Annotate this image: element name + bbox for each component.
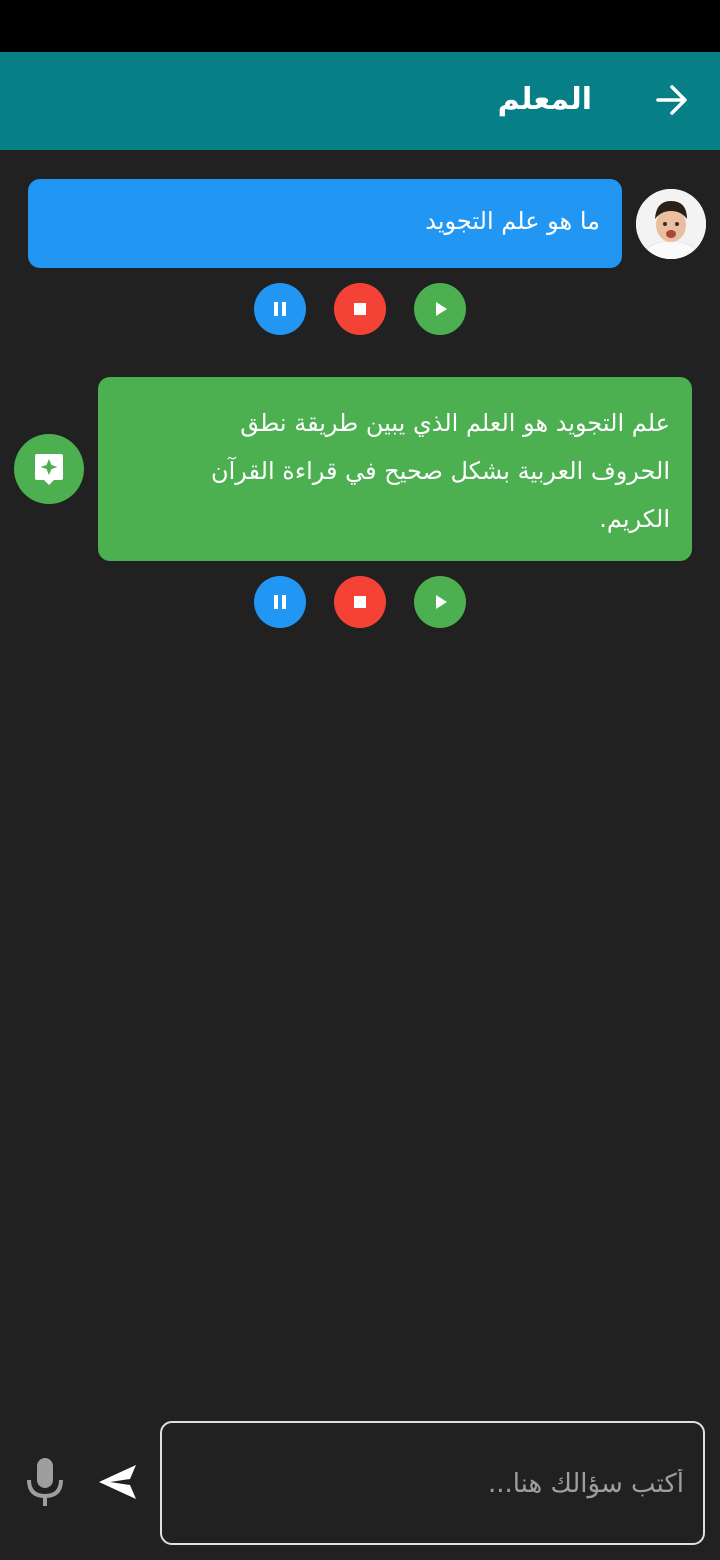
send-icon <box>99 1465 136 1499</box>
message-text: ما هو علم التجويد <box>425 207 600 235</box>
play-icon <box>436 302 447 316</box>
message-bubble-user: ما هو علم التجويد <box>28 179 622 268</box>
app-bar: المعلم <box>0 52 720 150</box>
play-button[interactable] <box>414 576 466 628</box>
stop-icon <box>354 596 366 608</box>
mic-icon <box>27 1458 63 1506</box>
assistant-icon <box>35 454 63 485</box>
pause-button[interactable] <box>254 576 306 628</box>
message-input-box[interactable] <box>160 1421 705 1545</box>
message-line: علم التجويد هو العلم الذي يبين طريقة نطق <box>240 409 670 437</box>
message-bubble-bot: علم التجويد هو العلم الذي يبين طريقة نطق… <box>98 377 692 561</box>
pause-button[interactable] <box>254 283 306 335</box>
avatar <box>636 189 706 259</box>
status-bar <box>0 0 720 52</box>
mic-button[interactable] <box>24 1456 66 1508</box>
page-title: المعلم <box>497 82 592 117</box>
arrow-right-icon[interactable] <box>654 82 690 118</box>
play-button[interactable] <box>414 283 466 335</box>
message-line: الكريم. <box>599 505 670 533</box>
play-icon <box>436 595 447 609</box>
message-input[interactable] <box>182 1423 686 1545</box>
send-button[interactable] <box>96 1460 140 1504</box>
bot-avatar <box>14 434 84 504</box>
pause-icon <box>274 595 286 609</box>
pause-icon <box>274 302 286 316</box>
stop-icon <box>354 303 366 315</box>
message-line: الحروف العربية بشكل صحيح في قراءة القرآن <box>210 457 670 485</box>
stop-button[interactable] <box>334 576 386 628</box>
stop-button[interactable] <box>334 283 386 335</box>
